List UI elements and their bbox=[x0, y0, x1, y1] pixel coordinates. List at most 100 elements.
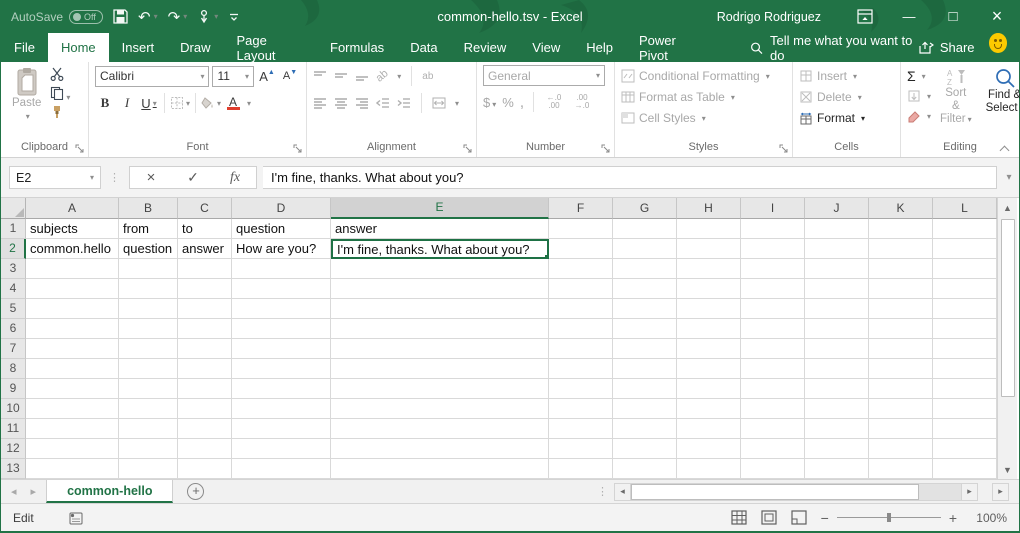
enter-entry-button[interactable]: ✓ bbox=[172, 169, 214, 186]
touch-mouse-mode-button[interactable]: ▾ bbox=[197, 9, 218, 25]
grid-cell[interactable] bbox=[869, 399, 933, 419]
column-header[interactable]: F bbox=[549, 198, 613, 219]
tab-help[interactable]: Help bbox=[573, 33, 626, 62]
grid-cell[interactable] bbox=[26, 419, 119, 439]
row-header[interactable]: 12 bbox=[1, 439, 26, 459]
grid-cell[interactable] bbox=[741, 399, 805, 419]
grid-cell[interactable] bbox=[933, 419, 997, 439]
grid-cell[interactable] bbox=[677, 259, 741, 279]
chevron-down-icon[interactable]: ▾ bbox=[492, 100, 496, 109]
grid-cell[interactable] bbox=[232, 299, 331, 319]
grid-cell[interactable] bbox=[869, 439, 933, 459]
grid-cell[interactable] bbox=[677, 279, 741, 299]
grid-cell[interactable] bbox=[741, 379, 805, 399]
column-header[interactable]: I bbox=[741, 198, 805, 219]
chevron-down-icon[interactable]: ▾ bbox=[66, 93, 70, 102]
format-cells-button[interactable]: Format ▾ bbox=[799, 108, 894, 128]
grid-cell[interactable] bbox=[933, 379, 997, 399]
grid-cell[interactable] bbox=[331, 379, 549, 399]
active-cell-editor[interactable]: I'm fine, thanks. What about you? bbox=[331, 239, 549, 259]
grid-cell[interactable] bbox=[677, 339, 741, 359]
column-header[interactable]: H bbox=[677, 198, 741, 219]
grid-cell[interactable] bbox=[805, 299, 869, 319]
grid-cell[interactable] bbox=[331, 399, 549, 419]
horizontal-scroll-track[interactable] bbox=[631, 483, 961, 501]
grid-cell[interactable] bbox=[26, 319, 119, 339]
grid-cell[interactable] bbox=[119, 279, 178, 299]
grid-cell[interactable] bbox=[331, 359, 549, 379]
grid-cell[interactable] bbox=[119, 399, 178, 419]
grid-cell[interactable] bbox=[677, 359, 741, 379]
orientation-button[interactable]: ab bbox=[374, 67, 391, 84]
record-macro-icon[interactable] bbox=[68, 511, 83, 525]
column-header[interactable]: G bbox=[613, 198, 677, 219]
chevron-down-icon[interactable]: ▾ bbox=[90, 173, 94, 182]
grid-cell[interactable] bbox=[26, 279, 119, 299]
chevron-down-icon[interactable]: ▾ bbox=[247, 99, 251, 108]
grid-cell[interactable] bbox=[805, 359, 869, 379]
grid-cell[interactable] bbox=[119, 459, 178, 479]
feedback-smiley-icon[interactable] bbox=[989, 33, 1007, 53]
grid-cell[interactable] bbox=[613, 219, 677, 239]
column-header[interactable]: K bbox=[869, 198, 933, 219]
vertical-scrollbar[interactable]: ▲ ▼ bbox=[997, 198, 1017, 479]
grid-cell[interactable] bbox=[741, 359, 805, 379]
grid-cell[interactable] bbox=[933, 459, 997, 479]
increase-indent-icon[interactable] bbox=[397, 96, 411, 110]
grid-cell[interactable] bbox=[119, 379, 178, 399]
grid-cell[interactable] bbox=[741, 339, 805, 359]
autosave-toggle[interactable]: AutoSave Off bbox=[11, 10, 103, 24]
grid-cell[interactable] bbox=[805, 319, 869, 339]
delete-cells-button[interactable]: Delete ▾ bbox=[799, 87, 894, 107]
column-header[interactable]: B bbox=[119, 198, 178, 219]
name-box[interactable]: E2 ▾ bbox=[9, 166, 101, 189]
grid-cell[interactable] bbox=[677, 459, 741, 479]
grid-cell[interactable]: common.hello bbox=[26, 239, 119, 259]
grid-cell[interactable] bbox=[741, 279, 805, 299]
grid-cell[interactable] bbox=[119, 319, 178, 339]
grid-cell[interactable] bbox=[805, 259, 869, 279]
grid-cell[interactable] bbox=[178, 299, 232, 319]
column-header[interactable]: J bbox=[805, 198, 869, 219]
grid-cell[interactable] bbox=[232, 419, 331, 439]
grid-cell[interactable] bbox=[869, 279, 933, 299]
grid-cell[interactable] bbox=[933, 399, 997, 419]
grid-cell[interactable] bbox=[232, 399, 331, 419]
grid-cell[interactable] bbox=[26, 339, 119, 359]
row-header[interactable]: 6 bbox=[1, 319, 26, 339]
grid-cell[interactable]: answer bbox=[331, 219, 549, 239]
grid-cell[interactable] bbox=[933, 359, 997, 379]
grid-cell[interactable] bbox=[232, 379, 331, 399]
row-header[interactable]: 4 bbox=[1, 279, 26, 299]
grid-cell[interactable]: subjects bbox=[26, 219, 119, 239]
grid-cell[interactable]: to bbox=[178, 219, 232, 239]
column-header[interactable]: E bbox=[331, 198, 549, 219]
grid-cell[interactable] bbox=[613, 279, 677, 299]
grid-cell[interactable] bbox=[677, 379, 741, 399]
grid-cell[interactable] bbox=[869, 459, 933, 479]
tab-draw[interactable]: Draw bbox=[167, 33, 223, 62]
grid-cell[interactable] bbox=[232, 339, 331, 359]
grid-cell[interactable] bbox=[178, 319, 232, 339]
grid-cell[interactable] bbox=[331, 419, 549, 439]
grid-cell[interactable] bbox=[178, 459, 232, 479]
grid-cell[interactable] bbox=[741, 259, 805, 279]
grid-cell[interactable] bbox=[178, 359, 232, 379]
grid-cell[interactable] bbox=[613, 459, 677, 479]
grid-cell[interactable] bbox=[677, 439, 741, 459]
tab-home[interactable]: Home bbox=[48, 33, 109, 62]
vertical-scroll-thumb[interactable] bbox=[1001, 219, 1015, 397]
horizontal-scrollbar[interactable]: ◂ ▸ bbox=[614, 480, 978, 503]
fill-color-button[interactable]: ▾ bbox=[201, 93, 221, 114]
tab-view[interactable]: View bbox=[519, 33, 573, 62]
grid-cell[interactable] bbox=[805, 379, 869, 399]
grid-cell[interactable] bbox=[805, 279, 869, 299]
grid-cell[interactable] bbox=[613, 319, 677, 339]
grid-cell[interactable] bbox=[613, 439, 677, 459]
grid-cell[interactable] bbox=[741, 459, 805, 479]
italic-button[interactable]: I bbox=[117, 93, 137, 114]
grid-cell[interactable] bbox=[178, 379, 232, 399]
grid-cell[interactable] bbox=[613, 419, 677, 439]
align-right-icon[interactable] bbox=[355, 96, 369, 110]
wrap-text-button[interactable]: ab bbox=[422, 72, 433, 81]
